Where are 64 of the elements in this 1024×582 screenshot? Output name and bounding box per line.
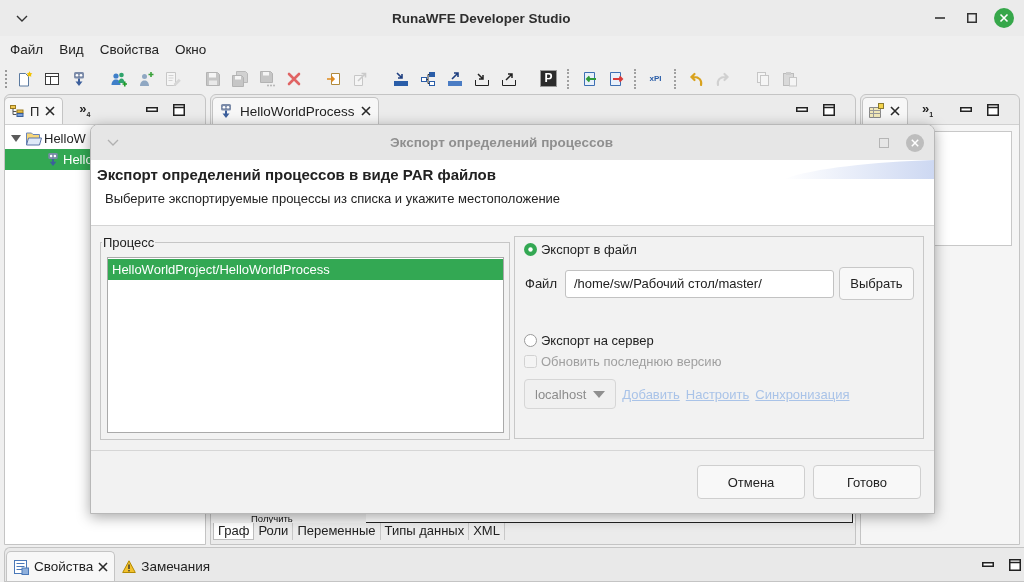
caret-down-icon: [593, 390, 606, 398]
panel-tab[interactable]: Свойства: [6, 551, 116, 581]
close-icon[interactable]: [360, 106, 371, 116]
group-label: Процесс: [102, 235, 156, 250]
radio-icon[interactable]: [524, 242, 537, 256]
process-icon: [45, 152, 61, 167]
menu-item[interactable]: Окно: [166, 40, 215, 60]
panel-tab[interactable]: Замечания: [116, 551, 217, 581]
arrow-into-corner-icon[interactable]: [473, 70, 490, 87]
dialog-button[interactable]: Отмена: [697, 465, 805, 499]
maximize-icon[interactable]: [987, 103, 999, 116]
menu-item[interactable]: Файл: [2, 40, 52, 60]
maximize-icon[interactable]: [1009, 558, 1021, 571]
dialog-description: Выберите экспортируемые процессы из списка и укажите местоположение: [105, 191, 561, 207]
editor-tab[interactable]: HelloWorldProcess: [212, 97, 379, 124]
maximize-icon[interactable]: [823, 103, 835, 116]
tree-item[interactable]: HelloW: [5, 128, 86, 149]
dialog-heading: Экспорт определений процессов в виде PAR файлов: [97, 166, 496, 183]
users-icon[interactable]: [110, 70, 127, 87]
close-icon[interactable]: [98, 561, 109, 572]
browse-button[interactable]: Выбрать: [838, 267, 914, 300]
minimize-icon[interactable]: [146, 107, 158, 112]
table-icon: [868, 103, 884, 119]
minimize-icon[interactable]: [982, 562, 994, 567]
overflow-button[interactable]: »$_{4}$: [79, 101, 91, 118]
window-title: RunaWFE Developer Studio: [392, 10, 571, 26]
new-document-icon[interactable]: [16, 70, 33, 87]
delete-icon[interactable]: [285, 70, 302, 87]
editor-view-tab[interactable]: Граф: [213, 523, 255, 540]
minimize-icon[interactable]: [960, 107, 972, 112]
chevron-down-icon[interactable]: [16, 14, 28, 22]
tree-icon: [10, 105, 24, 117]
panel-tab[interactable]: П: [5, 97, 64, 124]
warning-icon: [122, 559, 137, 573]
process-icon: [218, 103, 234, 119]
close-icon[interactable]: [45, 106, 56, 116]
dialog-title: Экспорт определений процессов: [390, 135, 613, 150]
radio-option[interactable]: Экспорт на сервер: [524, 331, 654, 349]
arrow-out-of-corner-icon[interactable]: [500, 70, 517, 87]
window-layout-icon[interactable]: [43, 70, 60, 87]
minimize-icon[interactable]: [796, 107, 808, 112]
panel-tab[interactable]: [862, 97, 908, 124]
radio-option[interactable]: Экспорт в файл: [524, 240, 637, 258]
dialog-button[interactable]: Готово: [813, 465, 921, 499]
file-label: Файл: [525, 276, 557, 291]
arrow-into-tray-icon[interactable]: [392, 70, 409, 87]
menu-item[interactable]: Свойства: [91, 40, 167, 60]
overflow-button[interactable]: »$_{1}$: [922, 101, 934, 118]
letter-button[interactable]: P: [540, 70, 557, 87]
menu-item[interactable]: Вид: [51, 40, 92, 60]
arrow-out-of-tray-icon[interactable]: [446, 70, 463, 87]
properties-icon: [13, 558, 29, 575]
expand-arrow-icon[interactable]: [11, 135, 21, 142]
palette-item[interactable]: Получить: [251, 514, 293, 523]
linked-boxes-icon[interactable]: [419, 70, 436, 87]
file-path-field[interactable]: /home/sw/Рабочий стол/master/: [564, 269, 834, 298]
xpi-button[interactable]: xPI: [649, 73, 662, 84]
maximize-icon[interactable]: [173, 103, 185, 116]
radio-icon[interactable]: [524, 333, 537, 347]
maximize-icon[interactable]: [967, 13, 977, 23]
folder-icon: [26, 131, 42, 146]
add-person-icon[interactable]: [137, 70, 154, 87]
close-icon[interactable]: [890, 106, 900, 116]
arrow-into-document-icon[interactable]: [325, 70, 342, 87]
